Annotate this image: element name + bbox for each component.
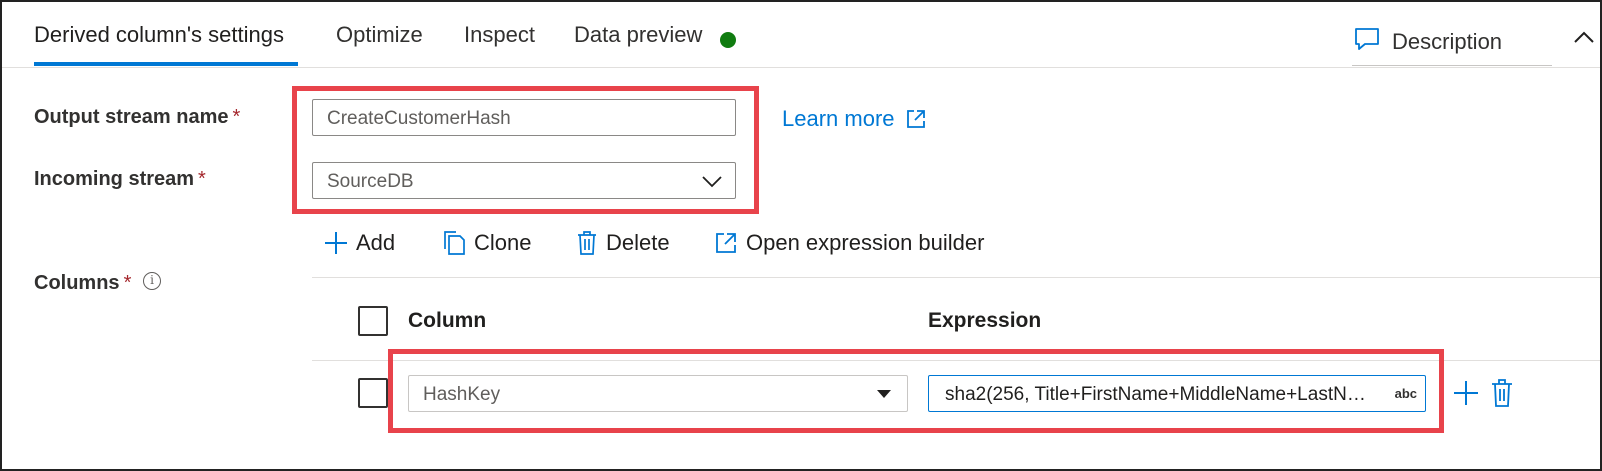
row-highlight xyxy=(388,349,1444,433)
row-checkbox[interactable] xyxy=(358,378,388,408)
stream-settings-highlight xyxy=(292,86,759,214)
toolbar-divider xyxy=(312,277,1600,278)
trash-icon xyxy=(578,231,596,255)
plus-icon xyxy=(325,232,347,254)
chevron-up-icon[interactable] xyxy=(1572,26,1596,50)
comment-icon xyxy=(1354,27,1380,57)
tab-bar: Derived column's settings Optimize Inspe… xyxy=(2,2,1600,68)
delete-button[interactable]: Delete xyxy=(576,230,670,256)
tab-derived-column-settings[interactable]: Derived column's settings xyxy=(34,22,284,48)
description-label: Description xyxy=(1392,29,1503,54)
derived-column-panel: Derived column's settings Optimize Inspe… xyxy=(0,0,1602,471)
plus-icon xyxy=(1454,381,1478,405)
tab-data-preview[interactable]: Data preview xyxy=(574,22,702,48)
clone-label: Clone xyxy=(474,230,532,255)
tab-inspect[interactable]: Inspect xyxy=(464,22,535,48)
columns-label: Columns * xyxy=(34,272,131,295)
learn-more-text: Learn more xyxy=(782,106,895,131)
data-preview-status-dot xyxy=(720,32,736,48)
info-icon[interactable]: i xyxy=(143,272,161,290)
open-expression-builder-label: Open expression builder xyxy=(746,230,985,255)
required-marker: * xyxy=(232,106,241,128)
external-link-icon xyxy=(716,233,736,253)
active-tab-indicator xyxy=(34,62,298,66)
incoming-stream-text: Incoming stream xyxy=(34,168,195,190)
select-all-checkbox[interactable] xyxy=(358,306,388,336)
expression-header: Expression xyxy=(928,309,1042,332)
delete-label: Delete xyxy=(606,230,670,255)
incoming-stream-label: Incoming stream * xyxy=(34,168,206,191)
clone-button[interactable]: Clone xyxy=(442,230,531,256)
learn-more-link[interactable]: Learn more xyxy=(782,106,927,132)
required-marker: * xyxy=(198,168,206,190)
open-expression-builder-button[interactable]: Open expression builder xyxy=(714,230,984,256)
description-divider xyxy=(1352,65,1552,66)
output-stream-name-text: Output stream name xyxy=(34,106,229,128)
external-link-icon xyxy=(906,110,925,128)
delete-row-button[interactable] xyxy=(1490,378,1518,408)
column-header: Column xyxy=(408,309,487,332)
description-button[interactable]: Description xyxy=(1354,18,1554,66)
required-marker: * xyxy=(123,272,132,294)
tab-optimize[interactable]: Optimize xyxy=(336,22,423,48)
trash-icon xyxy=(1492,379,1512,407)
add-label: Add xyxy=(356,230,396,255)
columns-text: Columns xyxy=(34,272,120,294)
copy-icon xyxy=(444,231,465,255)
output-stream-name-label: Output stream name * xyxy=(34,106,240,129)
add-row-button[interactable] xyxy=(1452,378,1480,408)
add-button[interactable]: Add xyxy=(324,230,395,256)
